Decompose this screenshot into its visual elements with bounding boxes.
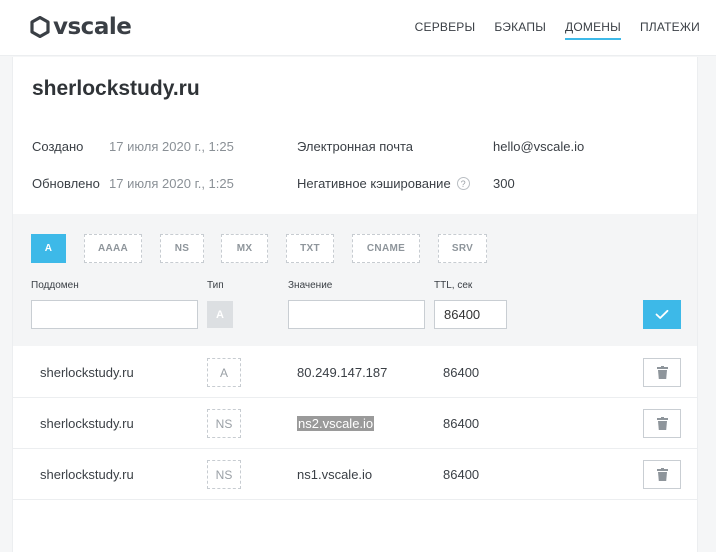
type-tab-srv[interactable]: SRV — [438, 234, 487, 263]
add-record-button[interactable] — [643, 300, 681, 329]
type-tab-a[interactable]: A — [31, 234, 66, 263]
type-display: A — [207, 301, 233, 328]
domain-card: sherlockstudy.ru Создано 17 июля 2020 г.… — [12, 57, 698, 552]
neg-cache-label: Негативное кэширование — [297, 176, 451, 191]
email-label: Электронная почта — [297, 139, 414, 154]
trash-icon — [656, 417, 668, 430]
nav-domains[interactable]: ДОМЕНЫ — [565, 20, 621, 40]
main-nav: СЕРВЕРЫ БЭКАПЫ ДОМЕНЫ ПЛАТЕЖИ — [415, 20, 700, 40]
delete-record-button[interactable] — [643, 358, 681, 387]
trash-icon — [656, 468, 668, 481]
value-label: Значение — [288, 280, 333, 291]
record-name: sherlockstudy.ru — [40, 416, 134, 431]
trash-icon — [656, 366, 668, 379]
type-label: Тип — [207, 280, 224, 291]
type-tab-aaaa[interactable]: AAAA — [84, 234, 142, 263]
subdomain-input[interactable] — [31, 300, 198, 329]
delete-record-button[interactable] — [643, 460, 681, 489]
table-row: sherlockstudy.ru NS ns1.vscale.io 86400 — [13, 449, 697, 500]
neg-cache-value: 300 — [493, 176, 515, 191]
nav-payments[interactable]: ПЛАТЕЖИ — [640, 20, 700, 40]
subdomain-label: Поддомен — [31, 280, 79, 291]
nav-servers[interactable]: СЕРВЕРЫ — [415, 20, 476, 40]
record-type: NS — [207, 409, 241, 438]
record-value: 80.249.147.187 — [297, 365, 388, 380]
record-value: ns2.vscale.io — [297, 416, 375, 431]
type-tab-txt[interactable]: TXT — [286, 234, 334, 263]
hexagon-logo-icon — [30, 16, 50, 38]
value-input[interactable] — [288, 300, 425, 329]
created-label: Создано — [32, 139, 84, 154]
record-name: sherlockstudy.ru — [40, 365, 134, 380]
ttl-input[interactable] — [434, 300, 507, 329]
created-value: 17 июля 2020 г., 1:25 — [109, 139, 234, 154]
record-value: ns1.vscale.io — [297, 467, 373, 482]
delete-record-button[interactable] — [643, 409, 681, 438]
type-tab-mx[interactable]: MX — [221, 234, 268, 263]
table-row: sherlockstudy.ru NS ns2.vscale.io 86400 — [13, 398, 697, 449]
updated-value: 17 июля 2020 г., 1:25 — [109, 176, 234, 191]
page-title: sherlockstudy.ru — [32, 77, 200, 100]
add-record-form: A AAAA NS MX TXT CNAME SRV Поддомен Тип … — [13, 214, 697, 346]
logo[interactable]: vscale — [30, 13, 132, 41]
neg-cache-row: Негативное кэширование? — [297, 176, 470, 191]
help-icon[interactable]: ? — [456, 177, 470, 191]
record-name: sherlockstudy.ru — [40, 467, 134, 482]
top-bar: vscale СЕРВЕРЫ БЭКАПЫ ДОМЕНЫ ПЛАТЕЖИ — [0, 0, 716, 56]
type-tab-cname[interactable]: CNAME — [352, 234, 420, 263]
logo-text: vscale — [53, 14, 132, 40]
record-type: NS — [207, 460, 241, 489]
checkmark-icon — [655, 309, 669, 319]
record-ttl: 86400 — [443, 467, 480, 482]
record-ttl: 86400 — [443, 416, 480, 431]
updated-label: Обновлено — [32, 176, 100, 191]
type-tab-ns[interactable]: NS — [160, 234, 204, 263]
table-row: sherlockstudy.ru A 80.249.147.187 86400 — [13, 347, 697, 398]
email-value: hello@vscale.io — [493, 139, 585, 154]
record-type: A — [207, 358, 241, 387]
ttl-label: TTL, сек — [434, 280, 473, 291]
nav-backups[interactable]: БЭКАПЫ — [494, 20, 546, 40]
record-ttl: 86400 — [443, 365, 480, 380]
